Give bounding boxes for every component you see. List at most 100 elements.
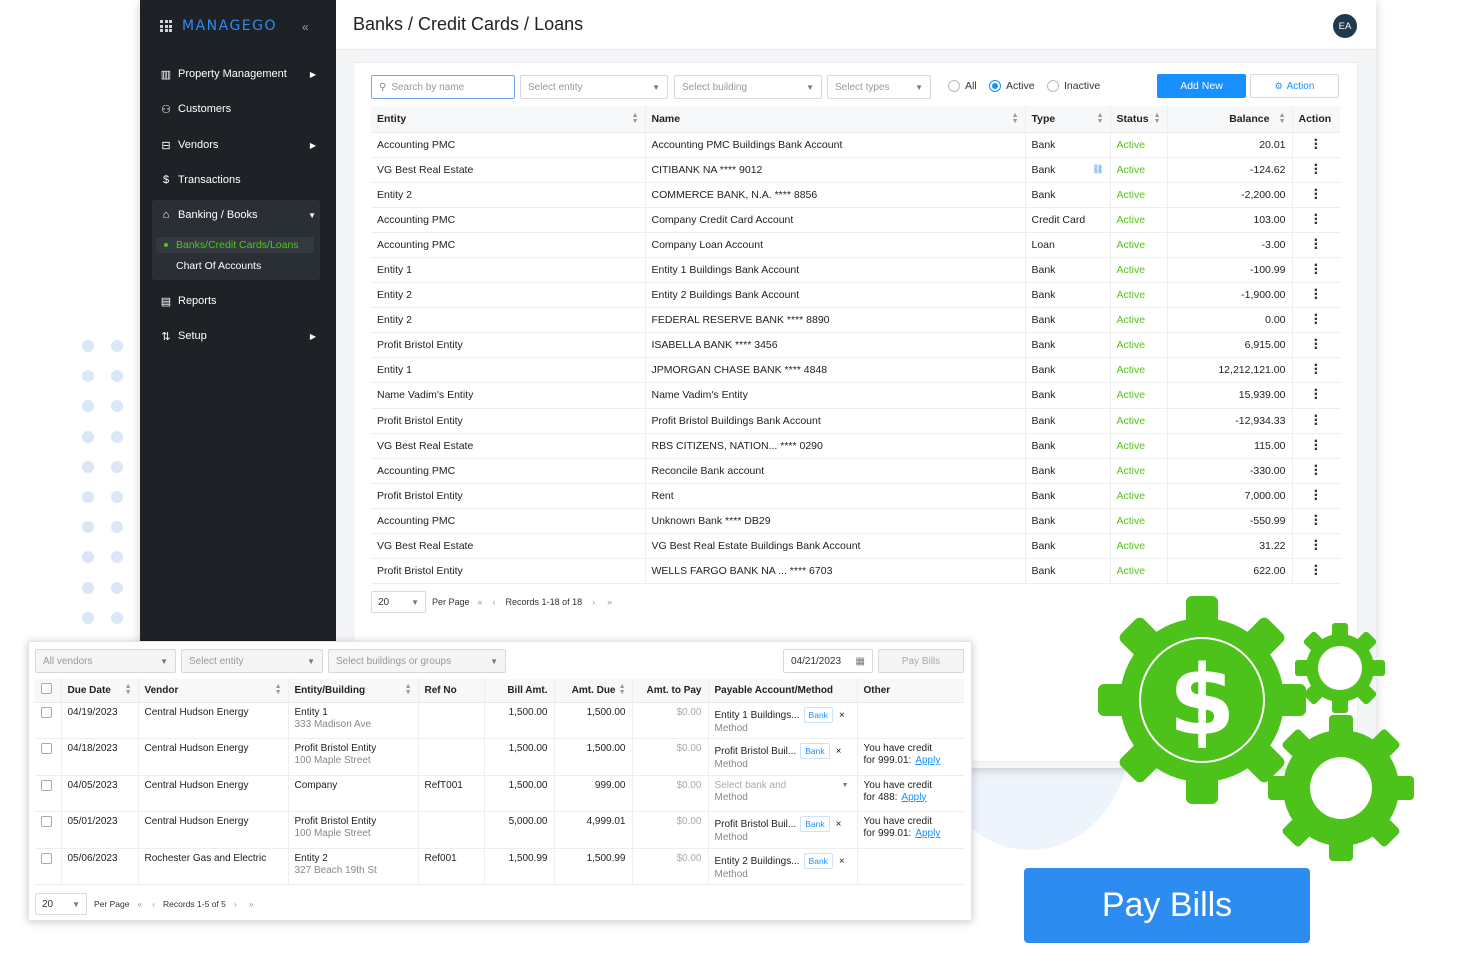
table-row[interactable]: Profit Bristol Entity WELLS FARGO BANK NA…: [371, 558, 1340, 585]
sidebar-item-setup[interactable]: ⇅ Setup ▶: [160, 326, 316, 346]
next-page-icon[interactable]: ›: [592, 597, 595, 607]
sort-icon[interactable]: ▲ ▼: [1012, 112, 1019, 125]
linked-account-icon[interactable]: ⛓: [1092, 164, 1103, 175]
more-actions-icon[interactable]: · · ·: [1299, 483, 1335, 507]
account-select[interactable]: Entity 2 Buildings...: [715, 856, 800, 867]
sort-icon[interactable]: ▲ ▼: [619, 683, 626, 696]
next-page-icon[interactable]: ›: [234, 899, 237, 909]
apply-credit-link[interactable]: Apply: [901, 792, 926, 803]
apply-credit-link[interactable]: Apply: [915, 755, 940, 766]
more-actions-icon[interactable]: · · ·: [1299, 258, 1335, 282]
table-row[interactable]: 05/01/2023 Central Hudson Energy Profit Br…: [35, 811, 964, 849]
col-balance[interactable]: Balance ▲ ▼: [1166, 106, 1292, 133]
table-row[interactable]: Profit Bristol Entity ISABELLA BANK **** …: [371, 332, 1340, 359]
amount-to-pay-input[interactable]: $0.00: [676, 780, 701, 791]
sort-icon[interactable]: ▲ ▼: [1154, 112, 1161, 125]
first-page-icon[interactable]: «: [137, 899, 142, 909]
col-type[interactable]: Type ▲ ▼: [1024, 106, 1110, 133]
table-row[interactable]: Accounting PMC Company Credit Card Accoun…: [371, 207, 1340, 233]
sidebar-item-reports[interactable]: ▤ Reports: [160, 291, 316, 311]
sidebar-item-property-management[interactable]: ▥ Property Management ▶: [160, 64, 316, 84]
col-vendor[interactable]: Vendor ▲ ▼: [137, 679, 288, 703]
first-page-icon[interactable]: «: [478, 597, 483, 607]
more-actions-icon[interactable]: · · ·: [1299, 358, 1335, 382]
table-row[interactable]: Entity 2 FEDERAL RESERVE BANK **** 8890 Ba…: [371, 307, 1340, 334]
table-row[interactable]: Accounting PMC Reconcile Bank account Bank…: [371, 458, 1340, 484]
buildings-select[interactable]: Select buildings or groups ▼: [328, 649, 506, 673]
last-page-icon[interactable]: »: [607, 597, 612, 607]
select-all-checkbox[interactable]: [35, 679, 61, 703]
table-row[interactable]: Entity 1 Entity 1 Buildings Bank Account B…: [371, 257, 1340, 284]
prev-page-icon[interactable]: ‹: [152, 899, 155, 909]
col-due-date[interactable]: Due Date ▲ ▼: [60, 679, 138, 703]
pay-bills-button[interactable]: Pay Bills: [1024, 868, 1310, 943]
col-amt-due[interactable]: Amt. Due ▲ ▼: [553, 679, 632, 703]
radio-all[interactable]: All: [948, 80, 977, 92]
more-actions-icon[interactable]: · · ·: [1299, 207, 1335, 231]
more-actions-icon[interactable]: · · ·: [1299, 458, 1335, 482]
row-checkbox[interactable]: [41, 816, 52, 828]
more-actions-icon[interactable]: · · ·: [1299, 559, 1335, 583]
clear-icon[interactable]: ×: [839, 856, 845, 867]
more-actions-icon[interactable]: · · ·: [1299, 182, 1335, 206]
row-checkbox[interactable]: [41, 852, 52, 864]
pay-bills-small-button[interactable]: Pay Bills: [878, 649, 964, 673]
more-actions-icon[interactable]: · · ·: [1299, 408, 1335, 432]
table-row[interactable]: Name Vadim's Entity Name Vadim's Entity Ba…: [371, 382, 1340, 409]
table-row[interactable]: VG Best Real Estate CITIBANK NA **** 9012…: [371, 157, 1340, 183]
clear-icon[interactable]: ×: [836, 746, 842, 757]
sidebar-subitem-chart-of-accounts[interactable]: Chart Of Accounts: [176, 260, 261, 272]
table-row[interactable]: 04/18/2023 Central Hudson Energy Profit Br…: [35, 738, 964, 776]
account-select[interactable]: Entity 1 Buildings...: [715, 710, 800, 721]
radio-inactive[interactable]: Inactive: [1047, 80, 1100, 92]
table-row[interactable]: 05/06/2023 Rochester Gas and Electric Enti…: [35, 848, 964, 886]
bills-page-size-select[interactable]: 20 ▼: [35, 893, 87, 915]
row-checkbox[interactable]: [41, 706, 52, 718]
more-actions-icon[interactable]: · · ·: [1299, 508, 1335, 532]
account-select[interactable]: Profit Bristol Buil...: [715, 746, 797, 757]
sort-icon[interactable]: ▲ ▼: [1097, 112, 1104, 125]
clear-icon[interactable]: ×: [839, 710, 845, 721]
building-select[interactable]: Select building ▼: [674, 75, 822, 99]
sort-icon[interactable]: ▲ ▼: [125, 683, 132, 696]
sort-icon[interactable]: ▲ ▼: [405, 683, 412, 696]
table-row[interactable]: Accounting PMC Unknown Bank **** DB29 Bank…: [371, 508, 1340, 535]
last-page-icon[interactable]: »: [249, 899, 254, 909]
radio-active[interactable]: Active: [989, 80, 1035, 92]
clear-icon[interactable]: ×: [836, 819, 842, 830]
col-name[interactable]: Name ▲ ▼: [644, 106, 1025, 133]
sidebar-item-vendors[interactable]: ⊟ Vendors ▶: [160, 135, 316, 155]
sidebar-item-transactions[interactable]: $ Transactions: [160, 170, 316, 190]
more-actions-icon[interactable]: · · ·: [1299, 433, 1335, 457]
col-entity[interactable]: Entity ▲ ▼: [371, 106, 645, 133]
table-row[interactable]: Entity 1 JPMORGAN CHASE BANK **** 4848 Ban…: [371, 357, 1340, 384]
table-row[interactable]: 04/05/2023 Central Hudson Energy Company Re…: [35, 775, 964, 813]
table-row[interactable]: Profit Bristol Entity Profit Bristol Buil…: [371, 408, 1340, 434]
more-actions-icon[interactable]: · · ·: [1299, 232, 1335, 256]
add-new-button[interactable]: Add New: [1157, 74, 1246, 98]
action-button[interactable]: ⚙ Action: [1250, 74, 1339, 98]
amount-to-pay-input[interactable]: $0.00: [676, 816, 701, 827]
account-select[interactable]: Profit Bristol Buil...: [715, 819, 797, 830]
col-status[interactable]: Status ▲ ▼: [1109, 106, 1167, 133]
table-row[interactable]: Entity 2 COMMERCE BANK, N.A. **** 8856 Ban…: [371, 182, 1340, 208]
table-row[interactable]: VG Best Real Estate VG Best Real Estate B…: [371, 533, 1340, 560]
table-row[interactable]: Entity 2 Entity 2 Buildings Bank Account B…: [371, 282, 1340, 309]
table-row[interactable]: Accounting PMC Accounting PMC Buildings B…: [371, 132, 1340, 158]
table-row[interactable]: VG Best Real Estate RBS CITIZENS, NATION.…: [371, 433, 1340, 459]
vendors-select[interactable]: All vendors ▼: [35, 649, 176, 673]
sidebar-subitem-banks[interactable]: Banks/Credit Cards/Loans: [176, 239, 299, 251]
table-row[interactable]: Profit Bristol Entity Rent Bank Active 7,000…: [371, 483, 1340, 509]
sort-icon[interactable]: ▲ ▼: [275, 683, 282, 696]
sort-icon[interactable]: ▲ ▼: [632, 112, 639, 125]
more-actions-icon[interactable]: · · ·: [1299, 157, 1335, 181]
page-size-select[interactable]: 20 ▼: [371, 591, 426, 613]
row-checkbox[interactable]: [41, 743, 52, 755]
account-select[interactable]: Select bank and: [715, 780, 787, 791]
more-actions-icon[interactable]: · · ·: [1299, 283, 1335, 307]
apps-grid-icon[interactable]: [160, 20, 172, 32]
more-actions-icon[interactable]: · · ·: [1299, 383, 1335, 407]
amount-to-pay-input[interactable]: $0.00: [676, 743, 701, 754]
amount-to-pay-input[interactable]: $0.00: [676, 707, 701, 718]
row-checkbox[interactable]: [41, 779, 52, 791]
